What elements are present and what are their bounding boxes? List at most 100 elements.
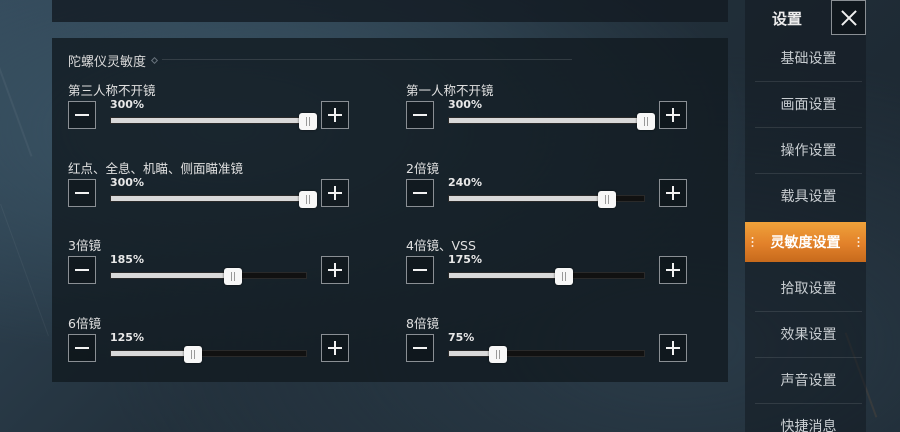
- slider-fill: [111, 351, 193, 356]
- minus-icon: [75, 347, 89, 349]
- decrease-button[interactable]: [406, 256, 434, 284]
- sensitivity-slider[interactable]: [110, 346, 307, 363]
- sensitivity-setting: 第一人称不开镜 300%: [406, 80, 696, 150]
- sensitivity-setting: 3倍镜 185%: [68, 235, 358, 305]
- setting-value: 75%: [448, 331, 475, 344]
- diamond-icon: [150, 56, 159, 65]
- menu-item-label: 基础设置: [780, 51, 837, 67]
- sidebar-menu-item[interactable]: 操作设置: [755, 130, 862, 170]
- increase-button[interactable]: [321, 256, 349, 284]
- sidebar-menu-item[interactable]: 拾取设置: [755, 268, 862, 308]
- setting-value: 300%: [110, 176, 144, 189]
- sensitivity-slider[interactable]: [110, 191, 317, 208]
- setting-value: 175%: [448, 253, 482, 266]
- increase-button[interactable]: [321, 334, 349, 362]
- slider-fill: [449, 273, 564, 278]
- setting-label: 红点、全息、机瞄、侧面瞄准镜: [68, 161, 244, 176]
- sensitivity-slider[interactable]: [448, 346, 645, 363]
- minus-icon: [75, 114, 89, 116]
- sensitivity-slider[interactable]: [448, 113, 655, 130]
- decrease-button[interactable]: [406, 101, 434, 129]
- sensitivity-slider[interactable]: [110, 268, 307, 285]
- sensitivity-setting: 6倍镜 125%: [68, 313, 358, 383]
- setting-label: 6倍镜: [68, 316, 101, 331]
- increase-button[interactable]: [659, 334, 687, 362]
- sensitivity-slider[interactable]: [110, 113, 317, 130]
- increase-button[interactable]: [659, 256, 687, 284]
- decrease-button[interactable]: [68, 101, 96, 129]
- sidebar-menu-item[interactable]: 声音设置: [755, 360, 862, 400]
- minus-icon: [413, 347, 427, 349]
- sidebar-menu-item[interactable]: 效果设置: [755, 314, 862, 354]
- setting-value: 240%: [448, 176, 482, 189]
- increase-button[interactable]: [321, 101, 349, 129]
- decrease-button[interactable]: [68, 334, 96, 362]
- slider-fill: [111, 118, 308, 123]
- sensitivity-setting: 8倍镜 75%: [406, 313, 696, 383]
- menu-divider: [755, 311, 862, 312]
- menu-item-label: 画面设置: [780, 97, 837, 113]
- sidebar-menu-item[interactable]: 载具设置: [755, 176, 862, 216]
- slider-handle[interactable]: [184, 346, 202, 363]
- grip-icon: [751, 236, 754, 248]
- setting-label: 8倍镜: [406, 316, 439, 331]
- sensitivity-setting: 2倍镜 240%: [406, 158, 696, 228]
- increase-button[interactable]: [321, 179, 349, 207]
- sensitivity-setting: 红点、全息、机瞄、侧面瞄准镜 300%: [68, 158, 358, 228]
- slider-handle[interactable]: [598, 191, 616, 208]
- menu-divider: [755, 127, 862, 128]
- section-header: 陀螺仪灵敏度: [68, 51, 159, 70]
- sidebar-menu-item[interactable]: 画面设置: [755, 84, 862, 124]
- sidebar-menu-item[interactable]: 灵敏度设置: [745, 222, 866, 262]
- setting-label: 第三人称不开镜: [68, 83, 156, 98]
- slider-handle[interactable]: [489, 346, 507, 363]
- setting-value: 300%: [448, 98, 482, 111]
- menu-item-label: 快捷消息: [780, 419, 837, 432]
- menu-item-label: 灵敏度设置: [770, 235, 841, 251]
- section-divider: [162, 59, 572, 60]
- decrease-button[interactable]: [406, 334, 434, 362]
- increase-button[interactable]: [659, 101, 687, 129]
- sidebar-menu-item[interactable]: 基础设置: [755, 38, 862, 78]
- increase-button[interactable]: [659, 179, 687, 207]
- minus-icon: [413, 269, 427, 271]
- decrease-button[interactable]: [68, 179, 96, 207]
- sensitivity-setting: 第三人称不开镜 300%: [68, 80, 358, 150]
- minus-icon: [75, 269, 89, 271]
- setting-value: 185%: [110, 253, 144, 266]
- slider-fill: [449, 118, 646, 123]
- section-title: 陀螺仪灵敏度: [68, 55, 147, 70]
- slider-fill: [111, 273, 233, 278]
- setting-label: 2倍镜: [406, 161, 439, 176]
- menu-divider: [755, 173, 862, 174]
- slider-handle[interactable]: [555, 268, 573, 285]
- sensitivity-slider[interactable]: [448, 268, 645, 285]
- minus-icon: [413, 192, 427, 194]
- menu-divider: [755, 81, 862, 82]
- slider-handle[interactable]: [224, 268, 242, 285]
- menu-item-label: 声音设置: [780, 373, 837, 389]
- setting-value: 125%: [110, 331, 144, 344]
- sensitivity-slider[interactable]: [448, 191, 645, 208]
- grip-icon: [857, 236, 860, 248]
- setting-value: 300%: [110, 98, 144, 111]
- gyroscope-sensitivity-panel: 陀螺仪灵敏度 第三人称不开镜 300% 第一人称不开镜 300% 红点、全息、机瞄、侧面…: [52, 38, 728, 382]
- menu-item-label: 效果设置: [780, 327, 837, 343]
- sidebar-menu-item[interactable]: 快捷消息: [755, 406, 862, 432]
- sidebar-title: 设置: [772, 10, 803, 28]
- menu-item-label: 载具设置: [780, 189, 837, 205]
- minus-icon: [413, 114, 427, 116]
- menu-divider: [755, 357, 862, 358]
- decrease-button[interactable]: [68, 256, 96, 284]
- slider-fill: [111, 196, 308, 201]
- slider-handle[interactable]: [299, 113, 317, 130]
- slider-handle[interactable]: [299, 191, 317, 208]
- menu-item-label: 拾取设置: [780, 281, 837, 297]
- slider-handle[interactable]: [637, 113, 655, 130]
- setting-label: 3倍镜: [68, 238, 101, 253]
- setting-label: 4倍镜、VSS: [406, 238, 476, 253]
- setting-label: 第一人称不开镜: [406, 83, 494, 98]
- menu-item-label: 操作设置: [780, 143, 837, 159]
- close-button[interactable]: [831, 0, 866, 35]
- decrease-button[interactable]: [406, 179, 434, 207]
